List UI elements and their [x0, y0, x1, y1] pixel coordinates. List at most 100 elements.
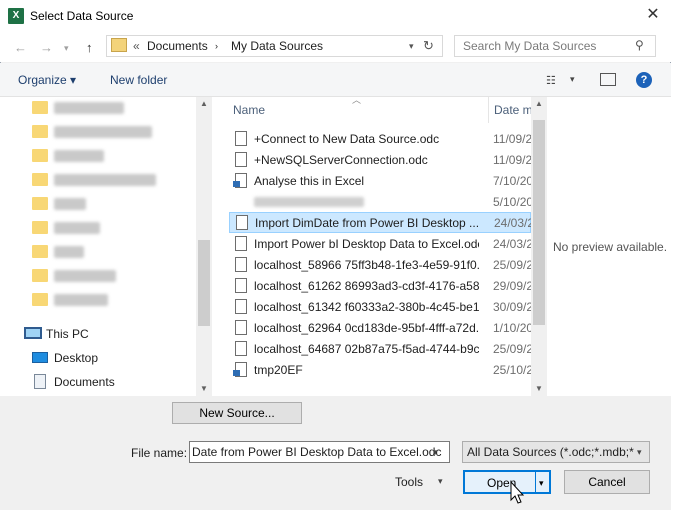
odc-file-icon	[235, 341, 247, 356]
window-title: Select Data Source	[30, 9, 134, 23]
scroll-up-icon[interactable]: ▲	[200, 99, 208, 108]
preview-pane-icon[interactable]	[600, 73, 616, 86]
cancel-button[interactable]: Cancel	[564, 470, 650, 494]
folder-icon	[32, 197, 48, 210]
close-icon[interactable]: ✕	[642, 4, 664, 26]
file-type-filter-select[interactable]: All Data Sources (*.odc;*.mdb;* ▾	[462, 441, 650, 463]
address-bar[interactable]: « Documents › My Data Sources ▾ ↻	[106, 35, 443, 57]
documents-icon	[34, 374, 46, 389]
address-segment-my-data-sources[interactable]: My Data Sources	[231, 39, 323, 53]
file-name-dropdown-icon[interactable]: ▾	[433, 442, 438, 462]
file-name: +NewSQLServerConnection.odc	[254, 153, 428, 167]
file-date: 11/09/2	[493, 132, 531, 146]
file-name: tmp20EF	[254, 363, 303, 377]
back-arrow-icon[interactable]: ←	[14, 40, 27, 55]
file-list-scroll-thumb[interactable]	[533, 120, 545, 325]
excel-icon: X	[8, 8, 24, 24]
file-date: 1/10/20	[493, 321, 531, 335]
open-button[interactable]: Open ▾	[463, 470, 551, 494]
nav-item-label: Desktop	[54, 351, 99, 365]
folder-icon	[32, 125, 48, 138]
new-folder-button[interactable]: New folder	[110, 73, 167, 87]
view-options-chevron-icon[interactable]: ▾	[570, 74, 575, 85]
file-row[interactable]: +Connect to New Data Source.odc 11/09/2	[229, 129, 531, 150]
forward-arrow-icon[interactable]: →	[40, 40, 53, 55]
file-date: 25/09/2	[493, 258, 531, 272]
file-date: 11/09/2	[493, 153, 531, 167]
folder-icon	[32, 293, 48, 306]
file-type-filter-value: All Data Sources (*.odc;*.mdb;*	[467, 445, 634, 459]
search-box[interactable]: Search My Data Sources ⚲	[454, 35, 656, 57]
chevron-right-icon[interactable]: ›	[215, 41, 218, 51]
file-date: 25/10/2	[493, 363, 531, 377]
address-segment-documents[interactable]: Documents	[147, 39, 208, 53]
open-dropdown-icon[interactable]: ▾	[539, 473, 544, 493]
nav-item-label: This PC	[46, 327, 89, 341]
odc-file-icon	[235, 152, 247, 167]
file-name: Import DimDate from Power BI Desktop ...	[255, 216, 480, 230]
odc-file-icon	[236, 215, 248, 230]
search-icon[interactable]: ⚲	[635, 38, 644, 52]
preview-message: No preview available.	[553, 240, 668, 254]
file-row[interactable]: localhost_61262 86993ad3-cd3f-4176-a58..…	[229, 276, 531, 297]
file-date: 25/09/2	[493, 342, 531, 356]
recent-locations-chevron-icon[interactable]: ▾	[64, 43, 69, 54]
split-divider	[535, 472, 536, 492]
column-header-name[interactable]: Name	[233, 103, 265, 117]
file-row[interactable]: localhost_64687 02b87a75-f5ad-4744-b9c..…	[229, 339, 531, 360]
file-name-input[interactable]: Date from Power BI Desktop Data to Excel…	[189, 441, 450, 463]
new-source-button[interactable]: New Source...	[172, 402, 302, 424]
mouse-cursor-icon	[510, 481, 525, 504]
column-header-date-modified[interactable]: Date m	[494, 103, 533, 117]
file-date: 24/03/2	[494, 216, 532, 230]
refresh-icon[interactable]: ↻	[423, 38, 434, 54]
odc-file-icon	[235, 236, 247, 251]
address-overflow-chevron[interactable]: «	[133, 39, 140, 53]
folder-icon	[32, 269, 48, 282]
file-row[interactable]: localhost_61342 f60333a2-380b-4c45-be1..…	[229, 297, 531, 318]
file-name: +Connect to New Data Source.odc	[254, 132, 440, 146]
file-row[interactable]: localhost_58966 75ff3b48-1fe3-4e59-91f0.…	[229, 255, 531, 276]
navigation-scroll-thumb[interactable]	[198, 240, 210, 326]
file-row-selected[interactable]: Import DimDate from Power BI Desktop ...…	[229, 212, 532, 233]
filter-dropdown-icon[interactable]: ▾	[637, 442, 642, 462]
file-name: localhost_58966 75ff3b48-1fe3-4e59-91f0.…	[254, 258, 479, 272]
help-icon[interactable]: ?	[636, 72, 652, 88]
file-date: 5/10/20	[493, 195, 531, 209]
search-input[interactable]: Search My Data Sources	[463, 39, 596, 53]
tools-dropdown-icon[interactable]: ▾	[438, 476, 443, 487]
scroll-down-icon[interactable]: ▼	[200, 384, 208, 393]
file-row[interactable]: Import Power bI Desktop Data to Excel.od…	[229, 234, 531, 255]
computer-icon	[24, 327, 42, 339]
file-name: Import Power bI Desktop Data to Excel.od…	[254, 237, 479, 251]
file-row[interactable]: 5/10/20	[229, 192, 531, 213]
tools-button[interactable]: Tools	[395, 475, 423, 489]
odc-file-icon	[235, 131, 247, 146]
folder-location-icon	[111, 38, 127, 52]
command-toolbar: Organize ▾ New folder ☷ ▾ ?	[0, 63, 671, 97]
scroll-up-icon[interactable]: ▲	[535, 99, 543, 108]
up-arrow-icon[interactable]: ↑	[86, 40, 93, 55]
folder-icon	[32, 245, 48, 258]
organize-button[interactable]: Organize ▾	[18, 73, 76, 87]
file-row[interactable]: tmp20EF 25/10/2	[229, 360, 531, 381]
address-dropdown-icon[interactable]: ▾	[409, 41, 414, 52]
file-name-value: Date from Power BI Desktop Data to Excel…	[192, 445, 442, 459]
file-name-label: File name:	[131, 446, 188, 460]
column-divider[interactable]	[488, 97, 489, 123]
folder-icon	[32, 101, 48, 114]
file-date: 30/09/2	[493, 300, 531, 314]
sort-ascending-icon: ︿	[352, 95, 362, 105]
file-date: 7/10/20	[493, 174, 531, 188]
file-row[interactable]: Analyse this in Excel 7/10/20	[229, 171, 531, 192]
folder-icon	[32, 173, 48, 186]
file-name: localhost_61342 f60333a2-380b-4c45-be1..…	[254, 300, 479, 314]
scroll-down-icon[interactable]: ▼	[535, 384, 543, 393]
file-row[interactable]: localhost_62964 0cd183de-95bf-4fff-a72d.…	[229, 318, 531, 339]
odc-file-icon	[235, 299, 247, 314]
blurred-file-name	[254, 197, 364, 207]
file-row[interactable]: +NewSQLServerConnection.odc 11/09/2	[229, 150, 531, 171]
folder-icon	[32, 149, 48, 162]
desktop-icon	[32, 352, 48, 363]
view-options-icon[interactable]: ☷	[546, 74, 556, 87]
